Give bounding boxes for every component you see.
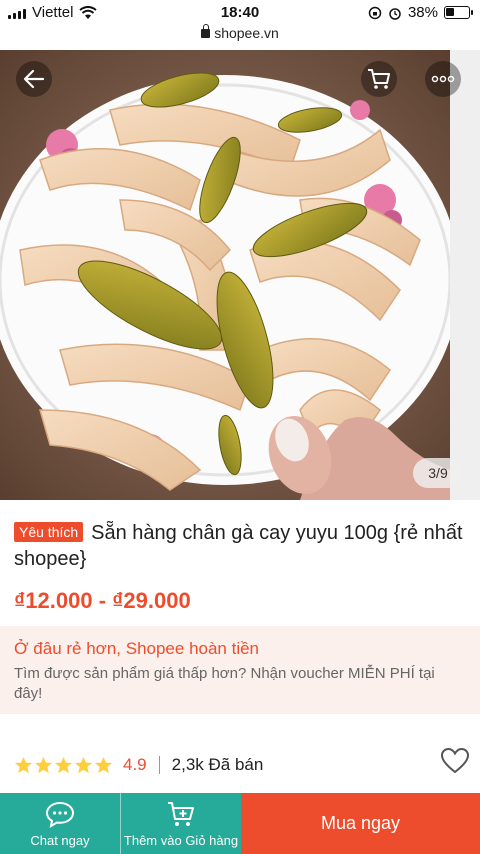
chat-icon (45, 801, 75, 828)
favorite-badge: Yêu thích (14, 522, 84, 542)
next-image-peek (450, 50, 480, 500)
chicken-feet-dish-image (0, 50, 450, 500)
heart-icon[interactable] (440, 746, 470, 776)
product-page: Viettel 18:40 shopee.vn 38% 3/9 Yêu thíc… (0, 0, 480, 854)
status-icons: 38% (368, 4, 473, 21)
sold-count: 2,3k Đã bán (171, 755, 264, 774)
star-icon (14, 756, 33, 773)
cashback-banner[interactable]: Ở đâu rẻ hơn, Shopee hoàn tiền Tìm được … (0, 626, 480, 714)
buy-now-label: Mua ngay (320, 813, 401, 833)
buy-now-button[interactable]: Mua ngay (241, 793, 480, 854)
status-bar: Viettel 18:40 shopee.vn 38% (0, 0, 480, 50)
product-price: ₫12.000 - ₫29.000 (14, 588, 191, 613)
image-page-indicator: 3/9 (413, 458, 463, 488)
more-icon (431, 75, 455, 83)
back-button[interactable] (16, 61, 52, 97)
star-icon (74, 756, 93, 773)
rating-value: 4.9 (123, 755, 147, 774)
add-to-cart-label: Thêm vào Giỏ hàng (123, 832, 239, 848)
star-icon (94, 756, 113, 773)
rotation-lock-icon (368, 6, 382, 19)
product-image[interactable] (0, 50, 450, 500)
cart-plus-icon (168, 801, 194, 826)
rating-stars (14, 756, 113, 775)
star-icon (54, 756, 73, 773)
chat-now-label: Chat ngay (30, 832, 90, 848)
add-to-cart-button[interactable]: Thêm vào Giỏ hàng (120, 793, 241, 854)
cashback-title: Ở đâu rẻ hơn, Shopee hoàn tiền (14, 639, 260, 658)
rating-row: 4.9 2,3k Đã bán (14, 747, 470, 778)
cart-icon (368, 69, 390, 89)
arrow-left-icon (23, 69, 45, 89)
battery-icon (444, 6, 473, 19)
url-text: shopee.vn (214, 25, 279, 41)
address-bar[interactable]: shopee.vn (0, 24, 480, 41)
alarm-icon (389, 7, 401, 20)
rating-divider (158, 756, 160, 774)
bottom-action-bar: Chat ngay Thêm vào Giỏ hàng Mua ngay (0, 793, 480, 854)
product-title-block: Yêu thích Sẵn hàng chân gà cay yuyu 100g … (14, 520, 464, 572)
cart-button[interactable] (361, 61, 397, 97)
battery-percent: 38% (407, 4, 438, 21)
cashback-description: Tìm được sản phẩm giá thấp hơn? Nhận vou… (14, 665, 435, 702)
more-options-button[interactable] (425, 61, 461, 97)
lock-icon (201, 24, 211, 38)
star-icon (34, 756, 53, 773)
chat-now-button[interactable]: Chat ngay (0, 793, 120, 854)
